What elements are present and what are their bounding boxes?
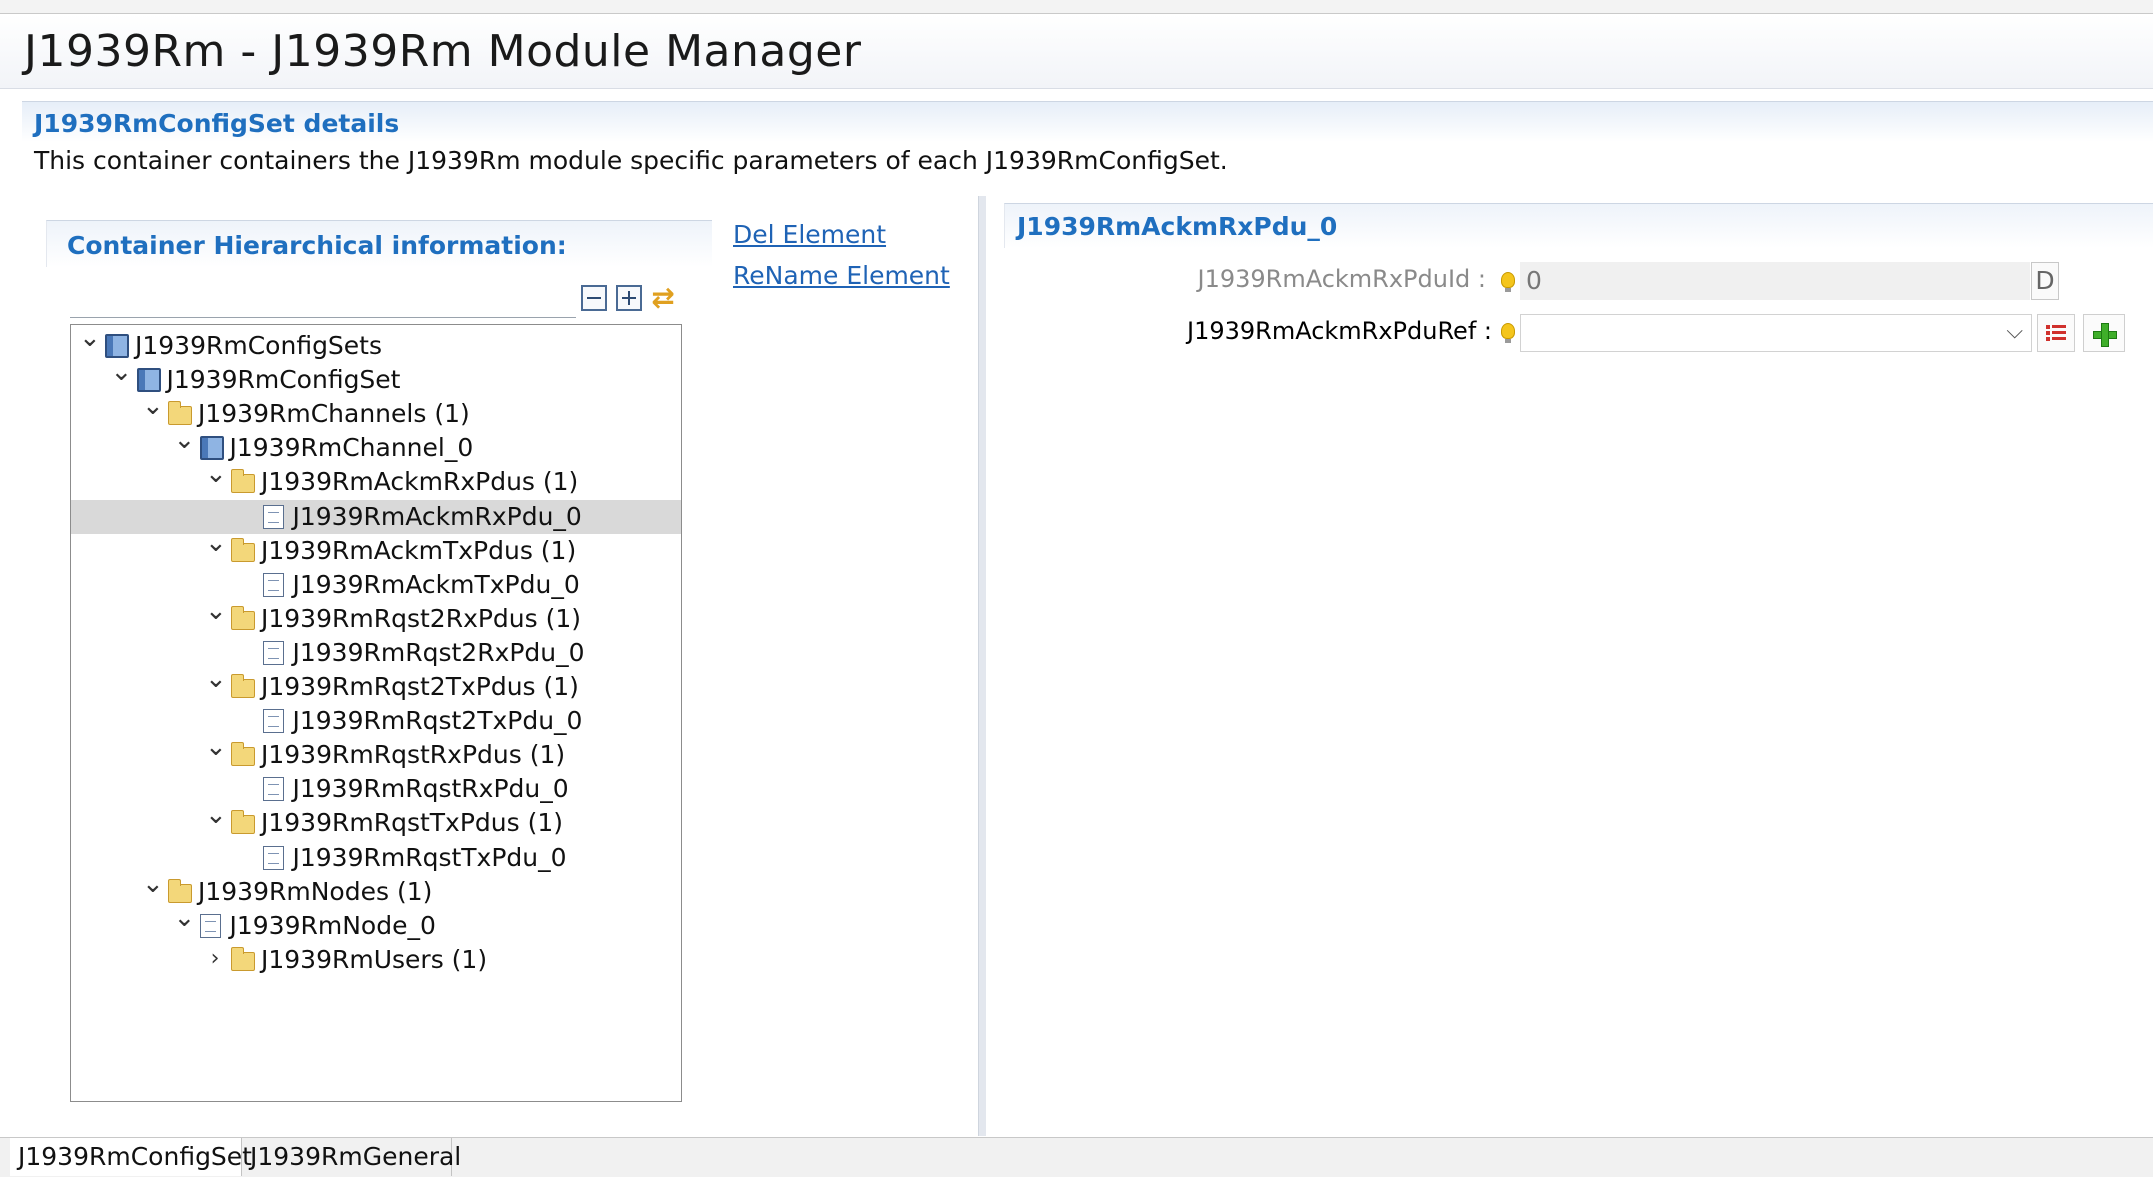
pdu-id-hint-icon[interactable] [1501,272,1515,292]
chevron-down-icon[interactable]: ⌄ [205,802,227,828]
tree-node-label: J1939RmNode_0 [229,910,436,940]
details-description: This container containers the J1939Rm mo… [34,146,1228,175]
document-icon [262,640,284,665]
tree-node-label: J1939RmRqstTxPdu_0 [292,842,567,872]
tree-node-label: J1939RmAckmRxPdu_0 [292,501,582,531]
tree-node-label: J1939RmConfigSets [135,331,383,360]
pdu-id-field: 0 [1520,262,2030,300]
folder-icon [231,742,255,767]
chevron-down-icon[interactable]: ⌵ [2006,319,2023,344]
details-section-header[interactable]: J1939RmConfigSet details [22,101,2153,142]
chevron-down-icon[interactable]: ⌄ [142,393,164,419]
tab-j1939rmgeneral[interactable]: J1939RmGeneral [242,1138,461,1176]
tree-node-label: J1939RmRqstRxPdu_0 [292,774,569,804]
pdu-ref-hint-icon[interactable] [1501,323,1515,343]
rename-element-link[interactable]: ReName Element [733,261,950,290]
chevron-down-icon[interactable]: ⌄ [142,871,164,897]
document-icon [262,845,284,870]
chevron-down-icon[interactable]: ⌄ [174,905,196,931]
folder-icon [168,401,192,426]
tree-node[interactable]: J1939RmRqst2TxPdu_0 [71,704,681,738]
chevron-down-icon[interactable]: ⌄ [79,325,101,351]
page-title: J1939Rm - J1939Rm Module Manager [24,26,862,77]
tree-node-label: J1939RmRqstTxPdus (1) [261,808,564,838]
tab-j1939rmconfigset[interactable]: J1939RmConfigSet [10,1138,252,1176]
folder-icon [231,537,255,562]
chevron-down-icon[interactable]: ⌄ [111,359,133,385]
tree-node-label: J1939RmConfigSet [166,365,401,395]
folder-icon [231,810,255,835]
tree-node-label: J1939RmRqst2RxPdus (1) [261,603,582,633]
sync-icon[interactable]: ⇄ [648,284,678,312]
tree-node-label: J1939RmNodes (1) [198,876,433,906]
editor-tab-strip[interactable] [0,0,2153,14]
tree-node[interactable]: J1939RmRqstRxPdu_0 [71,772,681,806]
tree-node-label: J1939RmUsers (1) [261,944,488,974]
expand-all-icon[interactable] [616,285,642,311]
folder-icon [231,469,255,494]
add-reference-button[interactable] [2083,314,2125,352]
page-title-bar: J1939Rm - J1939Rm Module Manager [0,14,2153,89]
tree-node[interactable]: ⌄ J1939RmConfigSets [71,325,681,363]
folder-icon [168,878,192,903]
folder-icon [231,674,255,698]
tree-node[interactable]: ⌄ J1939RmNode_0 [71,905,681,943]
pdu-id-label: J1939RmAckmRxPduId : [1197,265,1486,293]
chevron-right-icon[interactable]: › [205,946,225,972]
document-icon [262,504,284,529]
tree-filter-input[interactable] [70,283,576,318]
tree-node[interactable]: › J1939RmUsers (1) [71,943,681,977]
hierarchy-group-header: Container Hierarchical information: [46,220,712,267]
del-element-link[interactable]: Del Element [733,220,886,249]
tree-node[interactable]: ⌄ J1939RmChannels (1) [71,393,681,431]
chevron-down-icon[interactable]: ⌄ [205,734,227,760]
tree-node[interactable]: ⌄ J1939RmRqstTxPdus (1) [71,802,681,840]
folder-icon [231,605,255,630]
reference-list-button[interactable] [2037,314,2075,352]
tree-node-label: J1939RmAckmTxPdus (1) [261,535,577,565]
chevron-down-icon[interactable]: ⌄ [205,530,227,556]
tree-node[interactable]: ⌄ J1939RmAckmTxPdus (1) [71,530,681,568]
tree-node[interactable]: ⌄ J1939RmRqstRxPdus (1) [71,734,681,772]
properties-header-label: J1939RmAckmRxPdu_0 [1017,212,1338,241]
tree-node-label: J1939RmChannels (1) [198,399,470,429]
properties-header: J1939RmAckmRxPdu_0 [1004,203,2153,248]
collapse-all-icon[interactable] [581,285,607,311]
container-tree[interactable]: ⌄ J1939RmConfigSets ⌄ J1939RmConfigSet ⌄ J193… [70,324,682,1102]
panel-splitter[interactable] [978,196,986,1136]
document-icon [262,777,284,802]
tree-node[interactable]: ⌄ J1939RmAckmRxPdus (1) [71,461,681,499]
details-header-label: J1939RmConfigSet details [34,109,400,138]
pdu-id-default-button[interactable]: D [2031,262,2059,300]
hierarchy-header-label: Container Hierarchical information: [67,231,567,260]
tree-node-label: J1939RmChannel_0 [229,433,474,463]
pdu-ref-select[interactable]: ⌵ [1520,314,2032,352]
tree-node-label: J1939RmAckmRxPdus (1) [261,467,579,497]
tree-node[interactable]: ⌄ J1939RmNodes (1) [71,871,681,909]
tree-node[interactable]: J1939RmAckmTxPdu_0 [71,568,681,602]
bottom-tab-strip: J1939RmConfigSet J1939RmGeneral [0,1137,2153,1177]
tree-node-label: J1939RmAckmTxPdu_0 [292,569,580,599]
tree-node-label: J1939RmRqst2TxPdu_0 [292,706,583,736]
chevron-down-icon[interactable]: ⌄ [174,427,196,453]
document-icon [262,709,284,734]
container-icon [136,368,161,393]
tree-node-label: J1939RmRqst2TxPdus (1) [261,672,579,701]
chevron-down-icon[interactable]: ⌄ [205,598,227,624]
folder-icon [231,946,255,971]
chevron-down-icon[interactable]: ⌄ [205,666,227,692]
tree-node-label: J1939RmRqst2RxPdu_0 [292,637,585,667]
container-icon [105,334,129,358]
container-icon [199,436,224,461]
document-icon [262,572,284,597]
pdu-ref-label: J1939RmAckmRxPduRef : [1186,317,1492,345]
tree-node-label: J1939RmRqstRxPdus (1) [261,740,566,770]
tree-node[interactable]: J1939RmAckmRxPdu_0 [71,499,681,534]
tree-node[interactable]: J1939RmRqst2RxPdu_0 [71,636,681,670]
document-icon [199,913,221,938]
tree-node[interactable]: ⌄ J1939RmRqst2RxPdus (1) [71,598,681,636]
chevron-down-icon[interactable]: ⌄ [205,461,227,487]
tree-node[interactable]: ⌄ J1939RmChannel_0 [71,427,681,465]
tree-node[interactable]: ⌄ J1939RmRqst2TxPdus (1) [71,666,681,704]
